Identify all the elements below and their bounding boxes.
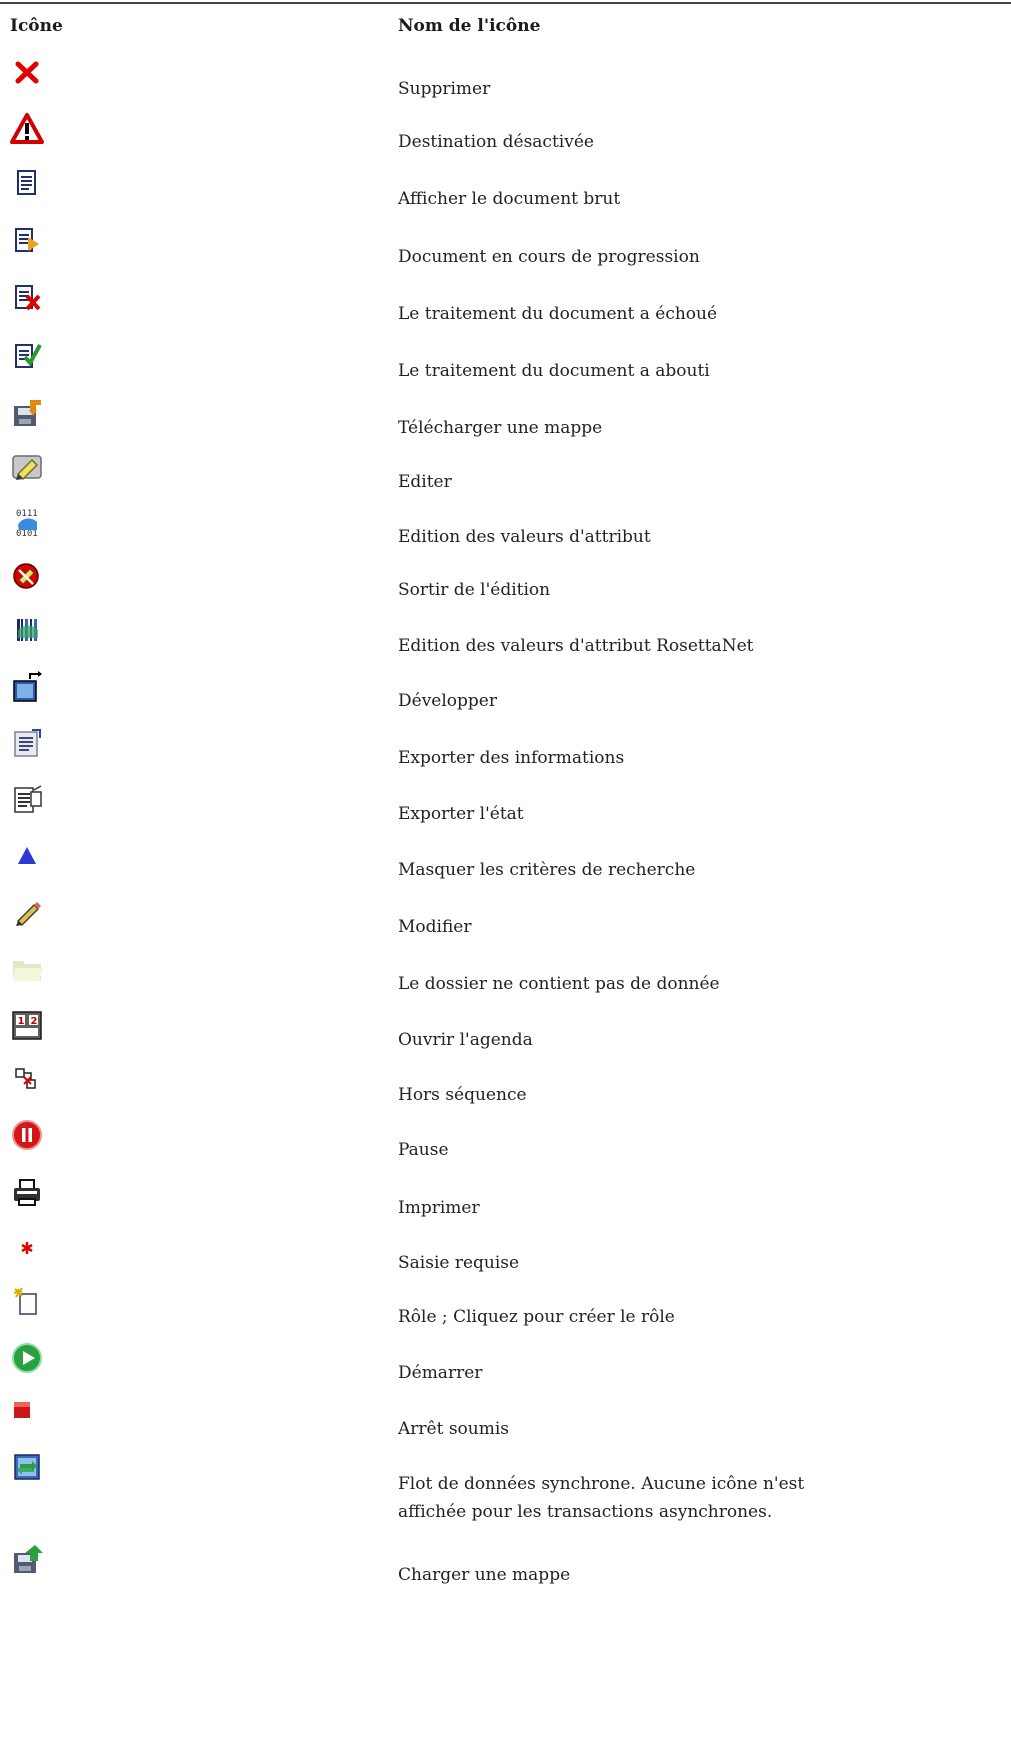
start-play-icon <box>10 1341 44 1375</box>
table-top-rule <box>0 2 1011 4</box>
row-label: Exporter l'état <box>398 804 524 824</box>
expand-icon <box>10 669 44 703</box>
row-label: Pause <box>398 1140 449 1160</box>
row-label: Le dossier ne contient pas de donnée <box>398 974 720 994</box>
row-label: Destination désactivée <box>398 132 594 152</box>
row-label: Saisie requise <box>398 1253 520 1273</box>
svg-text:2: 2 <box>31 1016 38 1027</box>
row-label: Masquer les critères de recherche <box>398 860 696 880</box>
stop-square-icon <box>10 1395 44 1429</box>
export-state-icon <box>10 782 44 816</box>
svg-text:1: 1 <box>18 1016 25 1027</box>
svg-text:0111: 0111 <box>16 509 38 519</box>
row-label: Télécharger une mappe <box>398 418 603 438</box>
exit-edit-icon <box>10 558 44 592</box>
row-label: Charger une mappe <box>398 1565 571 1585</box>
empty-folder-icon <box>10 952 44 986</box>
pause-icon <box>10 1118 44 1152</box>
row-label: Imprimer <box>398 1198 480 1218</box>
row-label: Rôle ; Cliquez pour créer le rôle <box>398 1307 675 1327</box>
row-label: Ouvrir l'agenda <box>398 1030 533 1050</box>
upload-map-icon <box>10 1543 44 1577</box>
required-asterisk-icon <box>10 1231 44 1265</box>
svg-text:0101: 0101 <box>16 529 38 539</box>
row-label: Arrêt soumis <box>398 1419 510 1439</box>
new-role-icon <box>10 1285 44 1319</box>
out-of-sequence-icon <box>10 1063 44 1097</box>
row-label: Hors séquence <box>398 1085 527 1105</box>
delete-x-icon <box>10 55 44 89</box>
binary-attribute-icon: 0111 0101 <box>10 505 44 539</box>
row-label: Modifier <box>398 917 472 937</box>
edit-eraser-icon <box>10 450 44 484</box>
row-label: Développer <box>398 691 497 711</box>
column-header-name: Nom de l'icône <box>398 16 541 36</box>
row-label: Document en cours de progression <box>398 247 700 267</box>
row-label: Le traitement du document a abouti <box>398 361 710 381</box>
row-label: Flot de données synchrone. Aucune icône … <box>398 1474 805 1494</box>
row-label: Supprimer <box>398 79 491 99</box>
document-failed-icon <box>10 282 44 316</box>
pencil-icon <box>10 895 44 929</box>
printer-icon <box>10 1176 44 1210</box>
document-progress-icon <box>10 225 44 259</box>
document-icon <box>10 167 44 201</box>
row-label: Sortir de l'édition <box>398 580 551 600</box>
export-info-icon <box>10 726 44 760</box>
warning-triangle-icon <box>10 112 44 146</box>
row-label: Edition des valeurs d'attribut <box>398 527 651 547</box>
rosettanet-attribute-icon <box>10 614 44 648</box>
row-label-continuation: affichée pour les transactions asynchron… <box>398 1502 773 1522</box>
hide-triangle-icon <box>10 838 44 872</box>
download-map-icon <box>10 396 44 430</box>
row-label: Edition des valeurs d'attribut RosettaNe… <box>398 636 754 656</box>
row-label: Exporter des informations <box>398 748 625 768</box>
sync-flow-icon <box>10 1450 44 1484</box>
row-label: Le traitement du document a échoué <box>398 304 718 324</box>
row-label: Afficher le document brut <box>398 189 621 209</box>
column-header-icon: Icône <box>10 16 63 36</box>
row-label: Editer <box>398 472 452 492</box>
document-success-icon <box>10 339 44 373</box>
row-label: Démarrer <box>398 1363 483 1383</box>
calendar-icon: 12 <box>10 1008 44 1042</box>
